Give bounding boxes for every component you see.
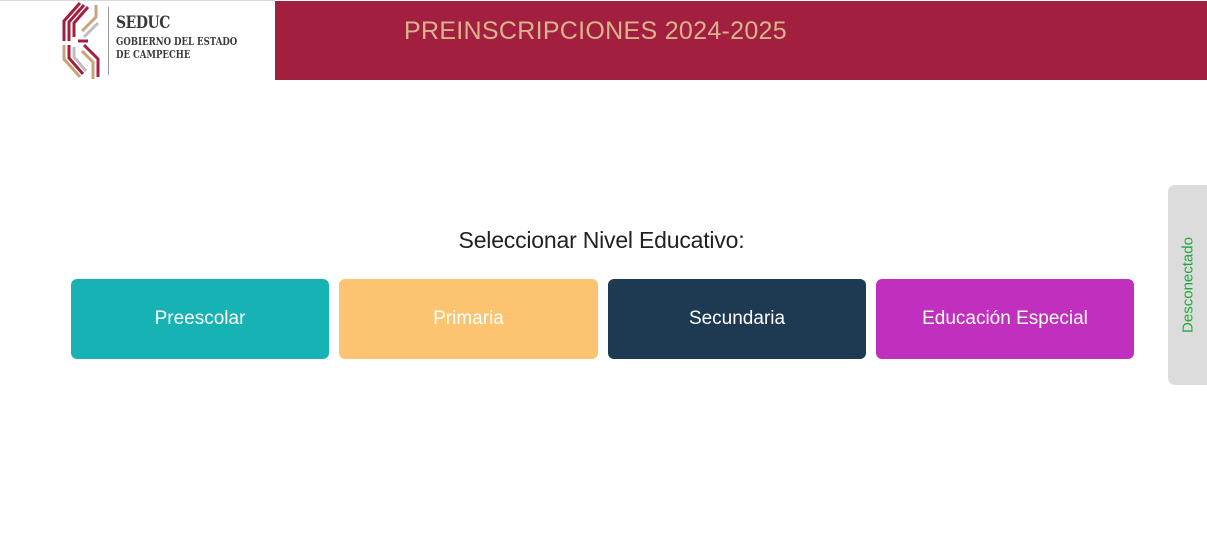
educacion-especial-button[interactable]: Educación Especial [876, 279, 1134, 359]
logo: SEDUC GOBIERNO DEL ESTADO DE CAMPECHE [0, 1, 275, 80]
brand-line-2: GOBIERNO DEL ESTADO [116, 35, 238, 48]
educacion-especial-button-label: Educación Especial [922, 308, 1088, 329]
connection-status-label: Desconectado [1179, 237, 1196, 333]
level-prompt: Seleccionar Nivel Educativo: [458, 227, 745, 253]
header-banner: PREINSCRIPCIONES 2024-2025 [275, 1, 1207, 80]
logo-divider [108, 7, 109, 75]
brand-line-3: DE CAMPECHE [116, 48, 191, 61]
page: SEDUC GOBIERNO DEL ESTADO DE CAMPECHE PR… [0, 0, 1207, 560]
page-title: PREINSCRIPCIONES 2024-2025 [404, 17, 787, 45]
preescolar-button-label: Preescolar [154, 308, 246, 329]
secundaria-button[interactable]: Secundaria [608, 279, 866, 359]
connection-status-tab[interactable]: Desconectado [1168, 185, 1207, 385]
brand-name: SEDUC [116, 13, 170, 33]
primaria-button-label: Primaria [433, 308, 504, 329]
secundaria-button-label: Secundaria [688, 308, 786, 329]
seduc-emblem-icon [62, 2, 100, 79]
primaria-button[interactable]: Primaria [339, 279, 598, 359]
preescolar-button[interactable]: Preescolar [71, 279, 329, 359]
logo-text: SEDUC GOBIERNO DEL ESTADO DE CAMPECHE [116, 15, 271, 62]
